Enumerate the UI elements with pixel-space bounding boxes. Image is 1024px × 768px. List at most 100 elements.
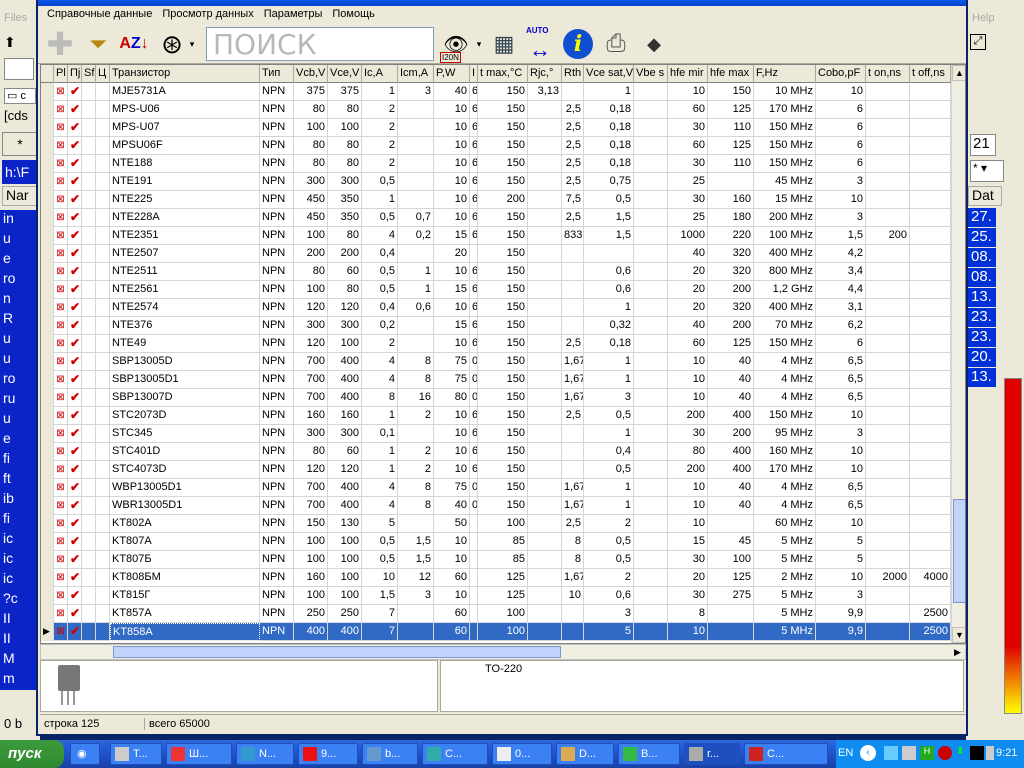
flag-cell[interactable] [96, 83, 110, 101]
flag-cell[interactable] [96, 209, 110, 227]
table-cell[interactable] [528, 587, 562, 605]
table-cell[interactable]: 150 [478, 227, 528, 245]
table-cell[interactable]: 2,5 [562, 515, 584, 533]
table-cell[interactable] [866, 425, 910, 443]
table-cell[interactable]: 0,4 [362, 299, 398, 317]
table-cell[interactable]: 8 [362, 389, 398, 407]
table-cell[interactable]: 375 [328, 83, 362, 101]
table-cell[interactable]: 6 [470, 407, 478, 425]
table-cell[interactable]: 40 [708, 389, 754, 407]
table-cell[interactable]: 200 [708, 425, 754, 443]
table-cell[interactable] [866, 263, 910, 281]
table-cell[interactable]: 300 [328, 425, 362, 443]
pdf-icon[interactable]: ⊠ [54, 389, 68, 407]
table-cell[interactable]: 10 [668, 497, 708, 515]
table-row[interactable]: ⊠ ✔ NTE2351 NPN 100 80 4 0,2 15 6 150 833 1,5 1000 220… [41, 227, 951, 245]
table-cell[interactable]: 700 [294, 497, 328, 515]
table-cell[interactable]: 85 [478, 533, 528, 551]
flag-cell[interactable] [96, 569, 110, 587]
row-indicator[interactable] [41, 587, 54, 605]
table-cell[interactable]: 10 [362, 569, 398, 587]
table-cell[interactable]: 0,1 [362, 425, 398, 443]
table-cell[interactable]: 100 [328, 569, 362, 587]
table-cell[interactable] [866, 101, 910, 119]
table-cell[interactable]: 30 [668, 551, 708, 569]
table-cell[interactable] [562, 83, 584, 101]
table-cell[interactable]: 2,5 [562, 407, 584, 425]
flag-cell[interactable] [82, 425, 96, 443]
table-cell[interactable] [398, 425, 434, 443]
table-cell[interactable]: 6 [470, 191, 478, 209]
table-cell[interactable]: 80 [434, 389, 470, 407]
table-cell[interactable]: 0,5 [362, 263, 398, 281]
table-cell[interactable]: 60 [668, 137, 708, 155]
table-cell[interactable] [634, 101, 668, 119]
table-cell[interactable]: 10 [668, 353, 708, 371]
table-cell[interactable]: 0,5 [584, 407, 634, 425]
column-header[interactable]: hfe max [708, 65, 754, 83]
flag-cell[interactable] [82, 479, 96, 497]
table-cell[interactable] [910, 533, 951, 551]
table-cell[interactable] [398, 515, 434, 533]
table-cell[interactable]: 80 [328, 155, 362, 173]
pdf-icon[interactable]: ⊠ [54, 335, 68, 353]
table-cell[interactable]: 2,5 [562, 137, 584, 155]
column-header[interactable]: F,Hz [754, 65, 816, 83]
table-cell[interactable]: 300 [328, 173, 362, 191]
printer-icon[interactable]: ⎙ [598, 26, 634, 62]
table-cell[interactable]: 2,5 [562, 155, 584, 173]
table-cell[interactable]: 150 [478, 281, 528, 299]
table-cell[interactable]: 150 [478, 155, 528, 173]
background-file-item[interactable]: ib [0, 490, 40, 510]
flag-cell[interactable] [96, 425, 110, 443]
table-cell[interactable]: 10 [668, 389, 708, 407]
table-cell[interactable] [528, 533, 562, 551]
table-cell[interactable]: NPN [260, 263, 294, 281]
table-cell[interactable]: 2,5 [562, 335, 584, 353]
table-cell[interactable]: 150 [478, 209, 528, 227]
background-file-item[interactable]: ic [0, 530, 40, 550]
table-cell[interactable] [634, 587, 668, 605]
table-cell[interactable]: 0,5 [362, 173, 398, 191]
table-cell[interactable]: 6 [816, 137, 866, 155]
table-cell[interactable]: 150 [708, 83, 754, 101]
table-cell[interactable]: 5 [816, 533, 866, 551]
flag-cell[interactable] [82, 317, 96, 335]
sort-az-icon[interactable]: A Z ↓ [116, 26, 152, 62]
table-cell[interactable] [528, 605, 562, 623]
table-cell[interactable]: 6 [470, 299, 478, 317]
table-cell[interactable]: NTE2561 [110, 281, 260, 299]
table-cell[interactable]: 60 MHz [754, 515, 816, 533]
row-indicator[interactable] [41, 227, 54, 245]
table-cell[interactable]: 1,67 [562, 389, 584, 407]
background-file-item[interactable]: n [0, 290, 40, 310]
table-cell[interactable]: KT807A [110, 533, 260, 551]
table-cell[interactable]: 1,2 GHz [754, 281, 816, 299]
current-row-arrow-icon[interactable]: ▶ [41, 623, 54, 641]
table-cell[interactable] [528, 479, 562, 497]
table-cell[interactable]: 15 MHz [754, 191, 816, 209]
column-header[interactable]: Vbe s [634, 65, 668, 83]
row-indicator[interactable] [41, 533, 54, 551]
back-icon[interactable]: ⬆ [4, 34, 34, 52]
table-cell[interactable] [634, 551, 668, 569]
table-cell[interactable] [910, 83, 951, 101]
table-cell[interactable] [866, 83, 910, 101]
table-cell[interactable]: NPN [260, 461, 294, 479]
table-cell[interactable]: 10 [668, 479, 708, 497]
table-cell[interactable] [634, 443, 668, 461]
menu-help[interactable]: Помощь [327, 6, 380, 24]
table-cell[interactable]: 15 [434, 317, 470, 335]
table-cell[interactable]: 700 [294, 353, 328, 371]
table-cell[interactable]: NPN [260, 227, 294, 245]
check-icon[interactable]: ✔ [68, 443, 82, 461]
table-cell[interactable]: 150 [478, 407, 528, 425]
column-header[interactable]: Pl [54, 65, 68, 83]
flag-cell[interactable] [96, 533, 110, 551]
table-cell[interactable]: NPN [260, 443, 294, 461]
files-menu[interactable]: Files [4, 12, 27, 24]
table-cell[interactable]: 7,5 [562, 191, 584, 209]
table-cell[interactable]: 220 [708, 227, 754, 245]
table-cell[interactable]: 15 [668, 533, 708, 551]
flag-cell[interactable] [96, 623, 110, 641]
